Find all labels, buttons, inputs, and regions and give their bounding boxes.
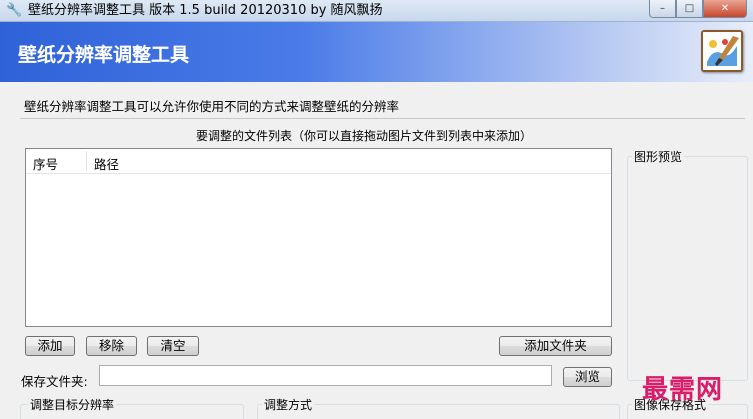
file-list-caption: 要调整的文件列表（你可以直接拖动图片文件到列表中来添加） <box>196 127 533 144</box>
wrench-icon: 🔧 <box>6 3 23 18</box>
save-folder-label: 保存文件夹: <box>21 374 88 389</box>
target-resolution-label: 调整目标分辨率 <box>28 396 117 413</box>
title-bar[interactable]: 🔧 壁纸分辨率调整工具 版本 1.5 build 20120310 by 随风飘… <box>0 0 753 22</box>
window-title: 壁纸分辨率调整工具 版本 1.5 build 20120310 by 随风飘扬 <box>28 3 383 18</box>
minimize-button[interactable]: – <box>649 0 676 18</box>
remove-button[interactable]: 移除 <box>86 336 137 356</box>
watermark-logo: 最需网 <box>642 375 724 405</box>
add-button[interactable]: 添加 <box>25 336 75 356</box>
description-text: 壁纸分辨率调整工具可以允许你使用不同的方式来调整壁纸的分辨率 <box>24 99 400 114</box>
column-header-index[interactable]: 序号 <box>33 154 58 173</box>
column-divider[interactable] <box>86 151 87 171</box>
column-header-path[interactable]: 路径 <box>94 154 119 173</box>
clear-button[interactable]: 清空 <box>147 336 199 356</box>
header-banner: 壁纸分辨率调整工具 <box>0 22 753 82</box>
maximize-button[interactable]: □ <box>676 0 703 18</box>
method-label: 调整方式 <box>262 396 315 413</box>
preview-label: 图形预览 <box>632 148 685 165</box>
list-header: 序号 路径 <box>26 149 611 174</box>
close-button[interactable]: ✕ <box>703 0 747 18</box>
file-list[interactable]: 序号 路径 <box>25 148 612 327</box>
preview-group <box>627 156 748 381</box>
add-folder-button[interactable]: 添加文件夹 <box>499 336 612 356</box>
banner-title: 壁纸分辨率调整工具 <box>18 44 190 66</box>
paint-palette-icon <box>701 30 743 72</box>
browse-button[interactable]: 浏览 <box>563 367 612 387</box>
window-controls: – □ ✕ <box>649 0 747 18</box>
save-folder-input[interactable] <box>99 365 552 386</box>
divider <box>20 118 745 119</box>
